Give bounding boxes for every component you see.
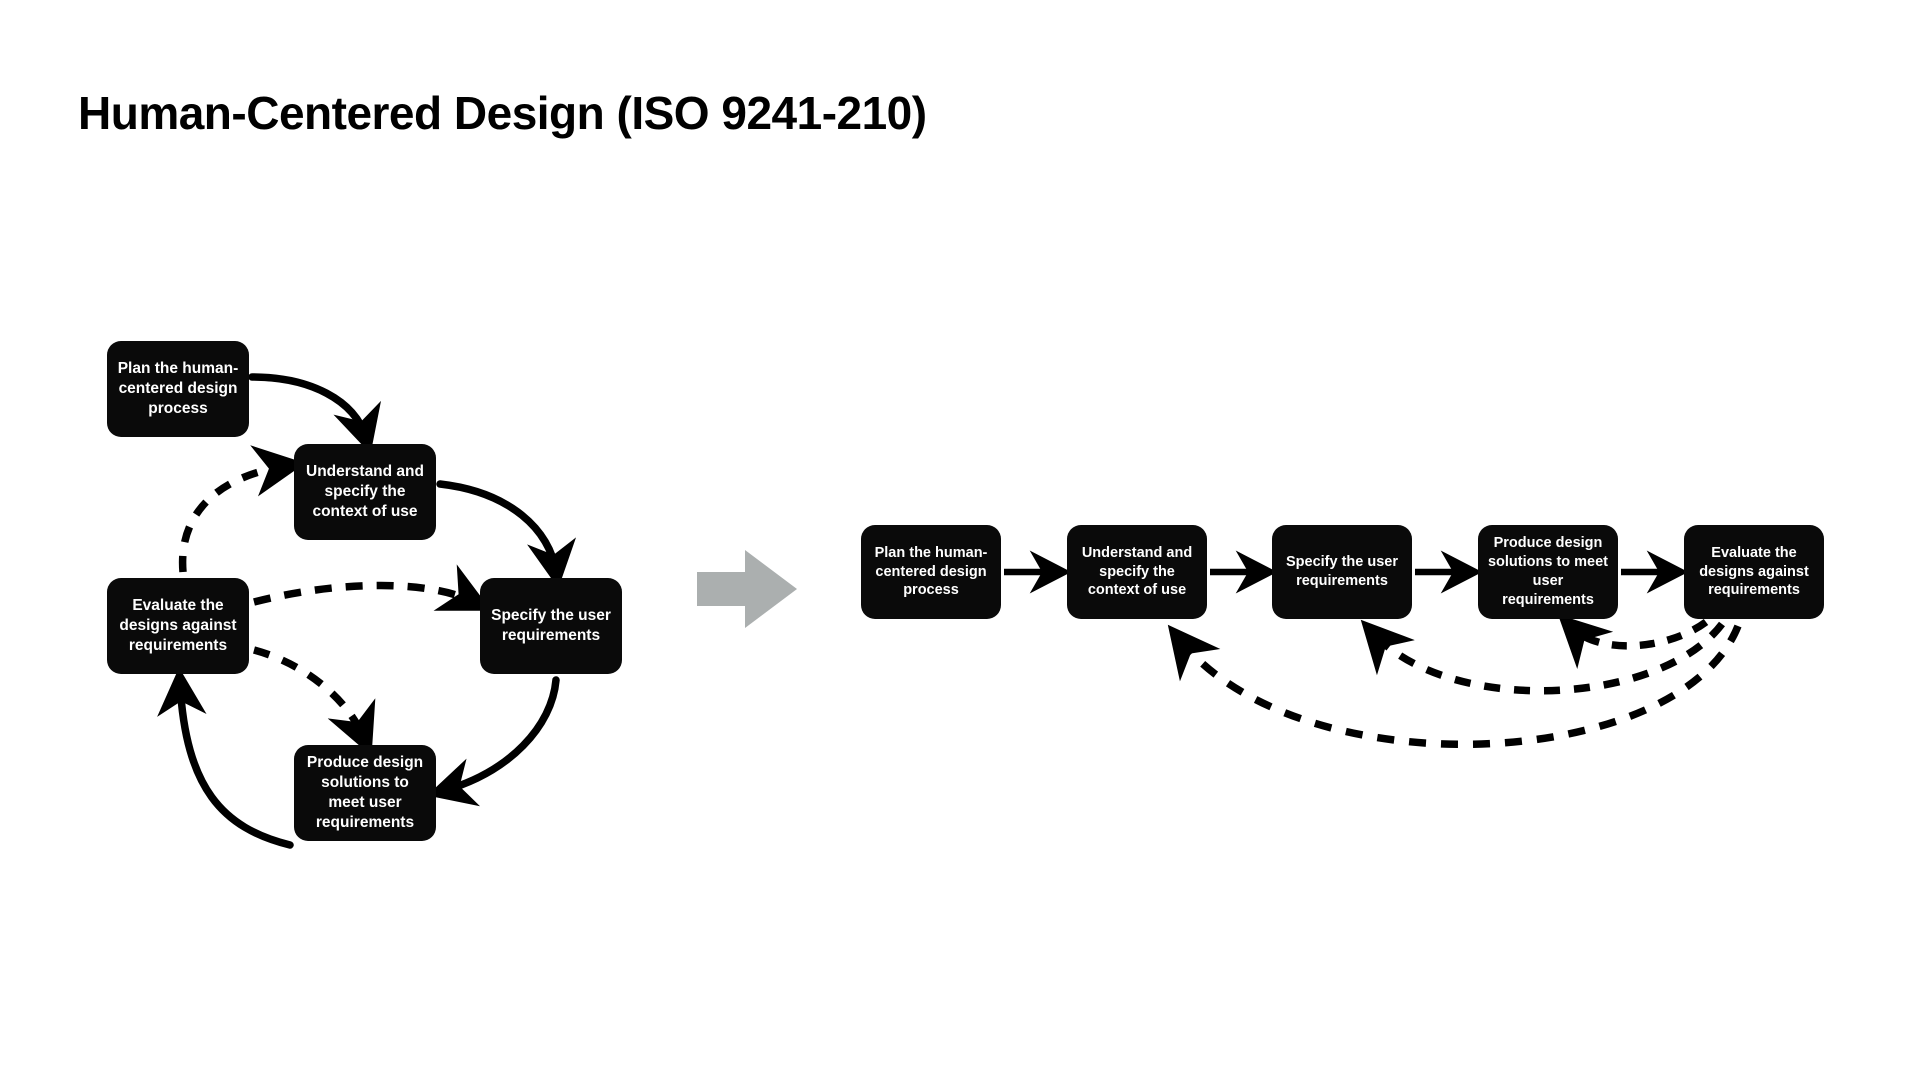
linear-node-understand[interactable]: Understand and specify the context of us…	[1067, 525, 1207, 619]
cycle-node-produce[interactable]: Produce design solutions to meet user re…	[294, 745, 436, 841]
linear-node-understand-label: Understand and specify the context of us…	[1081, 544, 1193, 599]
edge-evaluate-to-understand-dashed	[178, 445, 306, 573]
edge-produce-to-evaluate	[157, 667, 294, 849]
linear-node-plan-label: Plan the human-centered design process	[874, 544, 988, 599]
linear-node-specify-label: Specify the user requirements	[1285, 554, 1398, 589]
linear-node-produce-label: Produce design solutions to meet user re…	[1487, 535, 1609, 608]
cycle-node-understand[interactable]: Understand and specify the context of us…	[294, 444, 436, 540]
page-title: Human-Centered Design (ISO 9241-210)	[78, 87, 927, 139]
linear-node-evaluate[interactable]: Evaluate the designs against requirement…	[1684, 525, 1824, 619]
linear-node-evaluate-label: Evaluate the designs against requirement…	[1699, 544, 1809, 599]
linear-node-produce[interactable]: Produce design solutions to meet user re…	[1478, 525, 1618, 619]
edge-evaluate-to-produce-dashed	[253, 646, 376, 756]
diagram-canvas: Human-Centered Design (ISO 9241-210) Pla…	[0, 0, 1920, 1080]
cycle-node-specify-label: Specify the user requirements	[491, 606, 611, 644]
cycle-node-evaluate-label: Evaluate the designs against requirement…	[119, 596, 237, 655]
cycle-node-produce-label: Produce design solutions to meet user re…	[306, 753, 424, 832]
cycle-node-understand-label: Understand and specify the context of us…	[306, 462, 424, 521]
edge-plan-to-understand	[248, 373, 381, 454]
cycle-node-specify[interactable]: Specify the user requirements	[480, 578, 622, 674]
edge-understand-to-specify	[436, 480, 577, 589]
cycle-node-plan-label: Plan the human-centered design process	[117, 359, 239, 418]
edge-r-evaluate-to-produce-dashed	[1557, 614, 1709, 670]
right-block-arrow-icon	[697, 550, 797, 628]
linear-node-plan[interactable]: Plan the human-centered design process	[861, 525, 1001, 619]
edge-specify-to-produce	[427, 676, 560, 807]
cycle-node-plan[interactable]: Plan the human-centered design process	[107, 341, 249, 437]
cycle-node-evaluate[interactable]: Evaluate the designs against requirement…	[107, 578, 249, 674]
linear-node-specify[interactable]: Specify the user requirements	[1272, 525, 1412, 619]
edge-r-evaluate-to-specify-dashed	[1360, 619, 1725, 695]
edge-r-evaluate-to-understand-dashed	[1167, 624, 1742, 749]
edge-evaluate-to-specify-dashed	[253, 564, 492, 611]
